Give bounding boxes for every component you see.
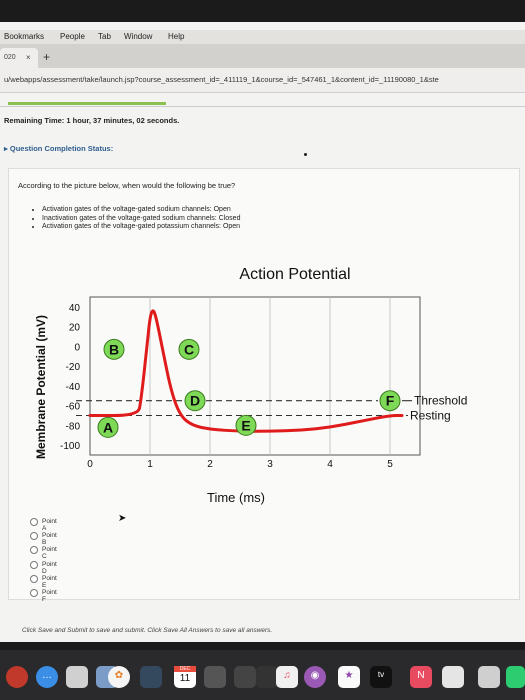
y-tick-label: -80 xyxy=(66,421,81,432)
point-label-e: E xyxy=(241,417,250,433)
menu-window[interactable]: Window xyxy=(124,32,152,41)
dock: … ✿ DEC 11 ♫ ◉ ★ tv N xyxy=(0,650,525,700)
point-label-a: A xyxy=(103,419,113,435)
plot-area: 0 1 2 3 4 5 40 20 0 -20 -40 -60 -80 -100 ThresholdRest… xyxy=(60,296,467,470)
app-icon[interactable] xyxy=(6,666,28,688)
address-bar[interactable]: u/webapps/assessment/take/launch.jsp?cou… xyxy=(0,68,525,93)
option-label[interactable]: Point B xyxy=(42,532,57,546)
y-axis-label: Membrane Potential (mV) xyxy=(34,315,48,459)
x-tick-label: 3 xyxy=(267,459,273,470)
action-potential-chart: Action Potential Membrane Potential (mV)… xyxy=(34,266,467,505)
x-tick-label: 4 xyxy=(327,459,333,470)
resting-label: Resting xyxy=(410,409,451,423)
calendar-icon[interactable]: DEC 11 xyxy=(174,666,196,688)
menu-bar: Bookmarks People Tab Window Help xyxy=(0,30,525,44)
condition-item: Inactivation gates of the voltage-gated … xyxy=(42,215,240,224)
point-label-b: B xyxy=(109,341,119,357)
y-tick-label: -20 xyxy=(66,362,81,373)
tab-title: 020 xyxy=(4,54,16,61)
x-tick-label: 0 xyxy=(87,459,93,470)
y-tick-label: -40 xyxy=(66,382,81,393)
point-label-d: D xyxy=(190,393,200,409)
app-icon[interactable] xyxy=(140,666,162,688)
app-icon[interactable] xyxy=(506,666,525,688)
y-tick-label: -60 xyxy=(66,402,81,413)
x-axis-label: Time (ms) xyxy=(207,490,265,505)
new-tab-icon[interactable]: + xyxy=(43,50,50,64)
notes-icon[interactable] xyxy=(204,666,226,688)
music-icon[interactable]: ♫ xyxy=(276,666,298,688)
x-tick-label: 5 xyxy=(387,459,393,470)
menu-tab[interactable]: Tab xyxy=(98,32,111,41)
radio-button[interactable] xyxy=(30,560,38,569)
condition-item: Activation gates of the voltage-gated so… xyxy=(42,206,240,215)
ticket-icon[interactable] xyxy=(66,666,88,688)
option-label[interactable]: Point D xyxy=(42,561,57,575)
option-label[interactable]: Point C xyxy=(42,546,57,560)
app-icon[interactable] xyxy=(478,666,500,688)
podcasts-icon[interactable]: ◉ xyxy=(304,666,326,688)
option-label[interactable]: Point E xyxy=(42,575,57,589)
condition-list: Activation gates of the voltage-gated so… xyxy=(30,206,240,232)
url-text[interactable]: u/webapps/assessment/take/launch.jsp?cou… xyxy=(4,75,439,84)
tv-app-icon[interactable]: tv xyxy=(370,666,392,688)
status-dot xyxy=(304,153,307,156)
question-completion-status[interactable]: ▸ Question Completion Status: xyxy=(4,144,113,153)
browser-tab[interactable]: 020 × xyxy=(0,48,38,68)
x-tick-label: 2 xyxy=(207,459,213,470)
numbers-icon[interactable] xyxy=(442,666,464,688)
remaining-time: Remaining Time: 1 hour, 37 minutes, 02 s… xyxy=(4,116,179,125)
reminders-icon[interactable] xyxy=(234,666,256,688)
y-tick-label: 20 xyxy=(69,323,81,334)
messages-icon[interactable]: … xyxy=(36,666,58,688)
expand-arrow-icon[interactable]: ▸ xyxy=(4,144,8,153)
radio-button[interactable] xyxy=(30,574,38,583)
remaining-time-label: Remaining Time: xyxy=(4,116,65,125)
y-tick-label: 0 xyxy=(74,342,80,353)
y-tick-label: -100 xyxy=(60,441,80,452)
page-progress-bar xyxy=(8,102,166,105)
radio-button[interactable] xyxy=(30,518,38,526)
x-tick-label: 1 xyxy=(147,459,153,470)
tab-bar: 020 × + xyxy=(0,44,525,68)
mouse-cursor-icon: ➤ xyxy=(118,513,127,524)
question-prompt: According to the picture below, when wou… xyxy=(18,181,236,190)
star-app-icon[interactable]: ★ xyxy=(338,666,360,688)
action-potential-curve xyxy=(88,309,404,433)
menu-help[interactable]: Help xyxy=(168,32,184,41)
divider xyxy=(0,106,525,107)
condition-item: Activation gates of the voltage-gated po… xyxy=(42,223,240,232)
point-label-c: C xyxy=(184,341,194,357)
y-tick-label: 40 xyxy=(69,303,81,314)
radio-button[interactable] xyxy=(30,588,38,597)
news-icon[interactable]: N xyxy=(410,666,432,688)
option-label[interactable]: Point F xyxy=(42,589,57,603)
point-label-f: F xyxy=(386,393,395,409)
option-label[interactable]: Point A xyxy=(42,518,57,532)
completion-status-label: Question Completion Status: xyxy=(9,144,114,153)
remaining-time-value: 1 hour, 37 minutes, 02 seconds. xyxy=(66,116,180,125)
close-tab-icon[interactable]: × xyxy=(26,53,31,62)
menu-bookmarks[interactable]: Bookmarks xyxy=(4,32,44,41)
chart-title: Action Potential xyxy=(239,266,350,283)
photos-icon[interactable]: ✿ xyxy=(108,666,130,688)
save-instructions: Click Save and Submit to save and submit… xyxy=(22,627,273,634)
app-icon[interactable] xyxy=(256,666,278,688)
menu-people[interactable]: People xyxy=(60,32,85,41)
threshold-label: Threshold xyxy=(414,394,467,408)
